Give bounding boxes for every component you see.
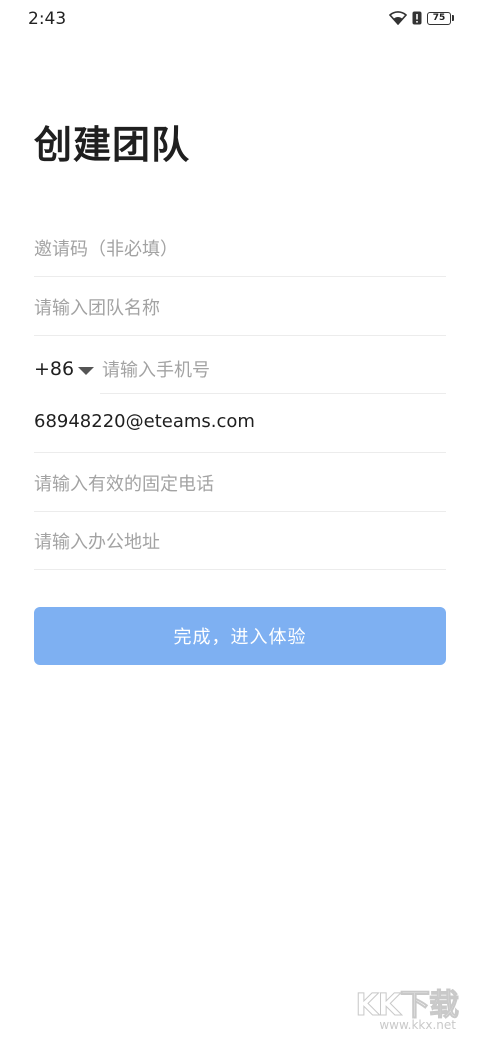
email-value: 68948220@eteams.com [34, 411, 255, 432]
invite-code-field[interactable]: 邀请码（非必填） [34, 219, 446, 277]
alert-icon [412, 11, 422, 25]
landline-placeholder: 请输入有效的固定电话 [34, 474, 214, 495]
battery-tip [452, 15, 454, 21]
landline-field[interactable]: 请输入有效的固定电话 [34, 454, 446, 512]
chevron-down-icon [78, 367, 95, 375]
address-field[interactable]: 请输入办公地址 [34, 512, 446, 570]
watermark-url: www.kkx.net [379, 1018, 456, 1032]
country-code-selector[interactable]: +86 [34, 358, 95, 380]
battery-icon: 75 [427, 11, 454, 25]
address-placeholder: 请输入办公地址 [34, 532, 160, 553]
status-bar: 2:43 75 [0, 0, 480, 36]
status-icons: 75 [389, 10, 454, 26]
submit-button[interactable]: 完成，进入体验 [34, 607, 446, 665]
email-field[interactable]: 68948220@eteams.com [34, 395, 446, 453]
team-name-placeholder: 请输入团队名称 [34, 298, 160, 319]
country-code-label: +86 [34, 358, 75, 380]
submit-label: 完成，进入体验 [173, 627, 307, 648]
team-name-field[interactable]: 请输入团队名称 [34, 278, 446, 336]
wifi-icon [389, 11, 407, 25]
page-title: 创建团队 [34, 123, 191, 167]
watermark: KK下载 www.kkx.net [350, 980, 460, 1033]
invite-code-placeholder: 邀请码（非必填） [34, 239, 178, 260]
battery-level: 75 [427, 11, 451, 25]
phone-row: +86 请输入手机号 [34, 336, 446, 394]
phone-field[interactable]: 请输入手机号 [100, 336, 446, 394]
status-time: 2:43 [28, 9, 67, 29]
phone-placeholder: 请输入手机号 [102, 360, 210, 381]
